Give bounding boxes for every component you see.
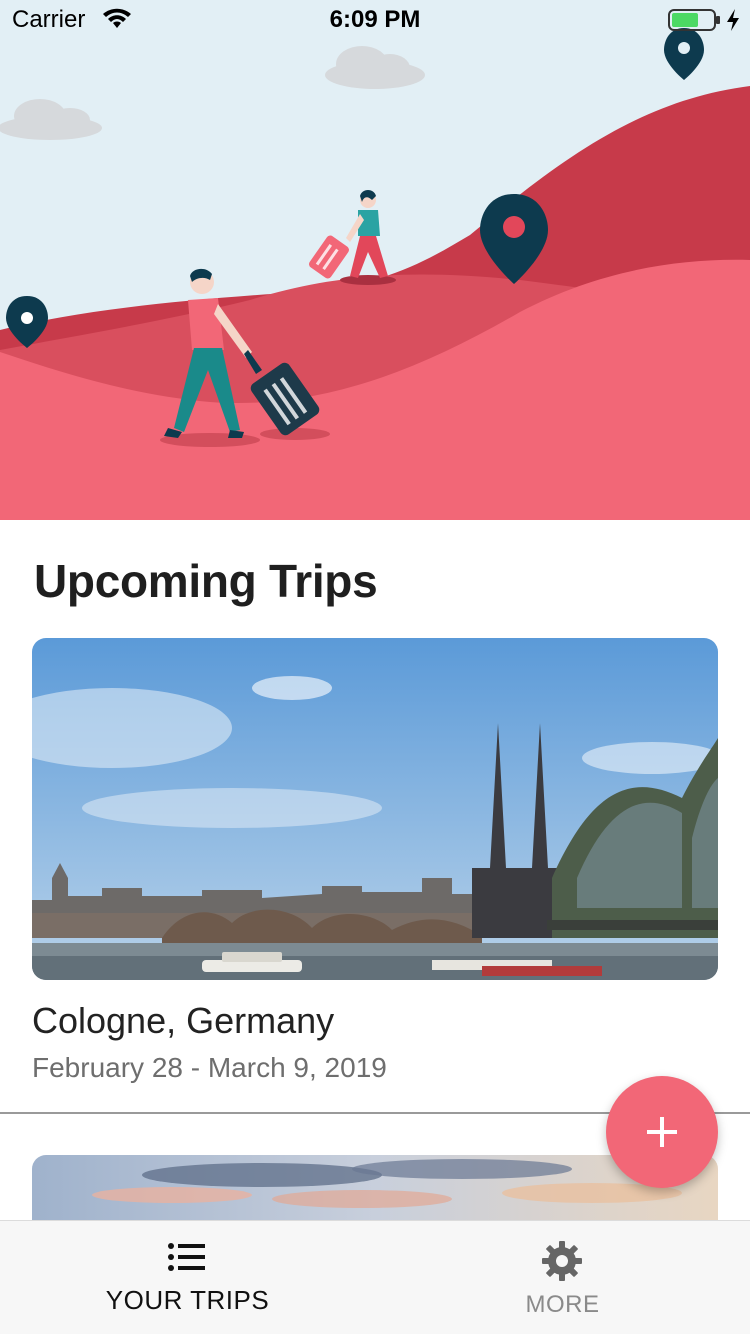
trip-photo — [32, 638, 718, 980]
hero-illustration — [0, 0, 750, 520]
trip-card[interactable] — [32, 1155, 718, 1225]
gear-icon — [542, 1241, 582, 1286]
section-title: Upcoming Trips — [34, 555, 378, 607]
add-trip-button[interactable] — [606, 1076, 718, 1188]
list-icon — [167, 1241, 207, 1280]
screen: Carrier 6:09 PM Upcoming Trips Cologne, … — [0, 0, 750, 1334]
tab-your-trips[interactable]: YOUR TRIPS — [0, 1221, 375, 1334]
trip-city: Cologne, Germany — [32, 1000, 335, 1041]
trip-dates: February 28 - March 9, 2019 — [32, 1052, 387, 1083]
tab-bar: YOUR TRIPS MORE — [0, 1220, 750, 1334]
plus-icon — [647, 1117, 677, 1147]
trip-card[interactable]: Cologne, Germany February 28 - March 9, … — [32, 638, 718, 1084]
status-time: 6:09 PM — [329, 6, 421, 33]
trip-photo — [32, 1155, 718, 1225]
charging-icon — [726, 8, 740, 37]
tab-more[interactable]: MORE — [375, 1221, 750, 1334]
battery-icon — [668, 8, 722, 37]
tab-label: MORE — [525, 1291, 600, 1318]
tab-label: YOUR TRIPS — [105, 1285, 270, 1315]
status-bar: Carrier 6:09 PM — [0, 0, 750, 40]
